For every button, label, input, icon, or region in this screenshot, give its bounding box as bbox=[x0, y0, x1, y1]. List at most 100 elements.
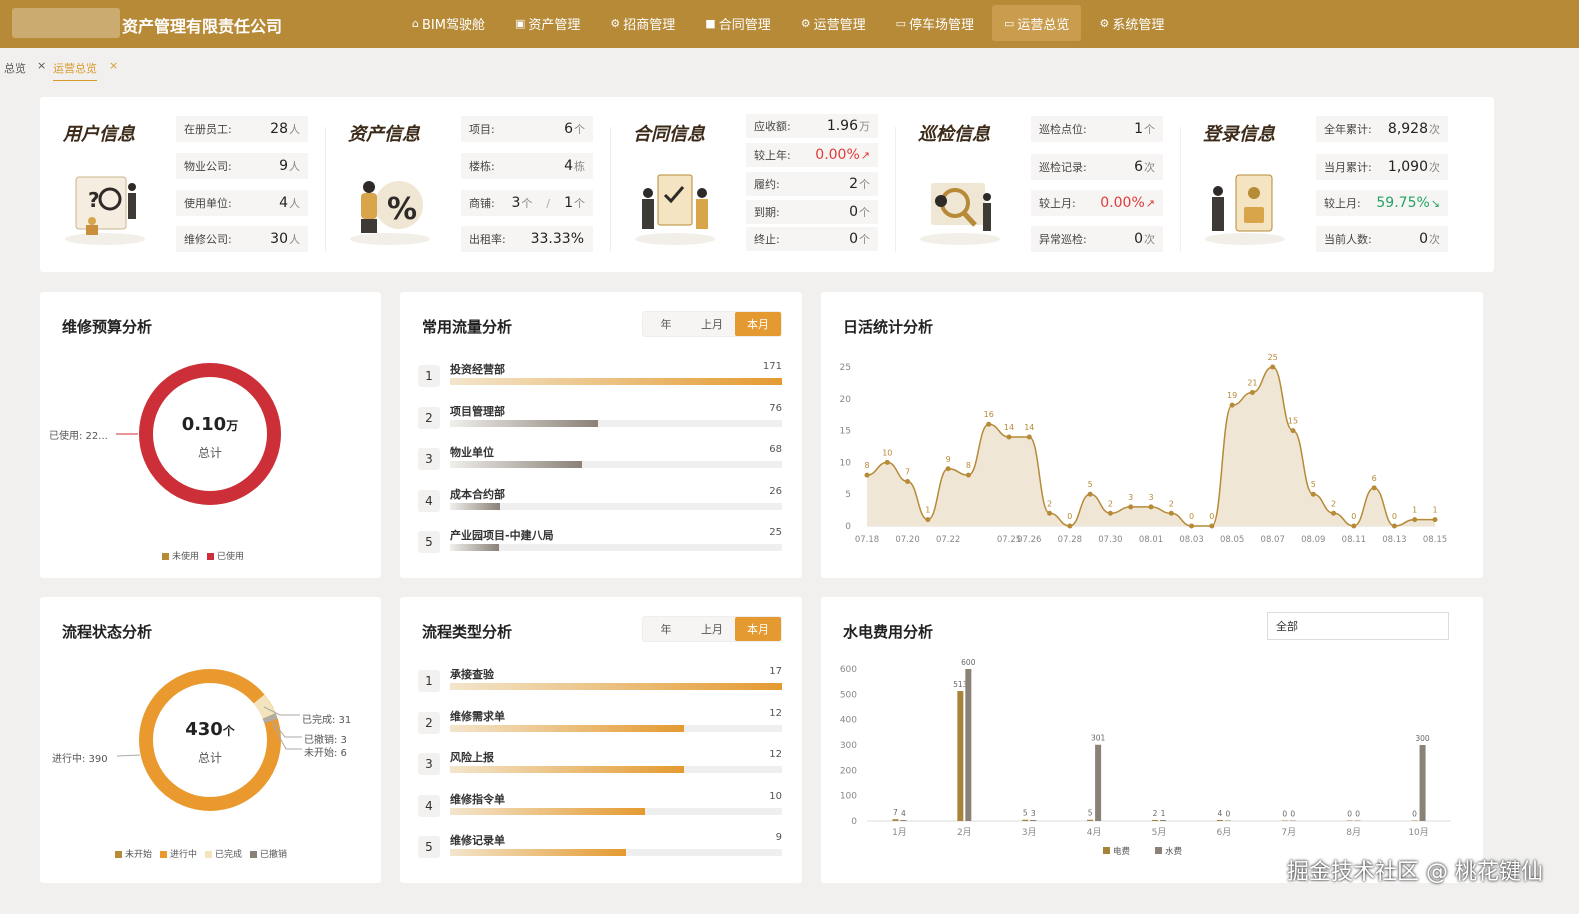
bar-electric bbox=[1216, 819, 1223, 821]
stat-row: 全年累计: 8,928 次 bbox=[1316, 116, 1448, 142]
nav-item-label: 运营总览 bbox=[1017, 17, 1070, 33]
close-icon[interactable]: × bbox=[109, 59, 118, 72]
data-label: 0 bbox=[1209, 512, 1214, 521]
x-tick-label: 07.28 bbox=[1058, 535, 1082, 545]
legend-item[interactable]: 已撤销 bbox=[250, 847, 287, 860]
legend-item[interactable]: 未开始 bbox=[115, 847, 152, 860]
data-point bbox=[1331, 510, 1337, 516]
main-nav: ⌂ BIM驾驶舱 ▣ 资产管理 ⚙ 招商管理 ■ 合同管理 ⚙ 运营管理 ▭ 停车场管理 ▭… bbox=[400, 5, 1182, 41]
login-info-section: 登录信息 全年累计: 8,928 次 当月累计: 1,090 次 较上月: 59.75% ↘… bbox=[1180, 97, 1494, 272]
rank-value: 25 bbox=[769, 527, 782, 538]
nav-item-parking[interactable]: ▭ 停车场管理 bbox=[884, 5, 986, 41]
period-toggle: 年 上月 本月 bbox=[642, 616, 782, 642]
rank-name: 项目管理部 bbox=[450, 404, 505, 418]
x-tick-label: 08.01 bbox=[1139, 535, 1163, 545]
car-icon: ▭ bbox=[895, 16, 906, 30]
data-label: 5 bbox=[1311, 480, 1316, 489]
x-tick-label: 08.15 bbox=[1423, 535, 1447, 545]
rank-bar-fill bbox=[450, 378, 782, 385]
filter-this-month[interactable]: 本月 bbox=[735, 617, 781, 641]
data-point bbox=[905, 478, 911, 484]
ranking-row: 2 项目管理部 76 bbox=[418, 402, 800, 442]
nav-item-overview[interactable]: ▭ 运营总览 bbox=[992, 5, 1082, 41]
rank-bar-track bbox=[450, 683, 782, 690]
data-point bbox=[1087, 491, 1093, 497]
filter-last-month[interactable]: 上月 bbox=[689, 617, 735, 641]
rank-bar-track bbox=[450, 544, 782, 551]
nav-item-asset[interactable]: ▣ 资产管理 bbox=[503, 5, 592, 41]
nav-item-label: BIM驾驶舱 bbox=[421, 17, 485, 33]
rank-bar-track bbox=[450, 807, 782, 815]
donut-total: 430个 bbox=[185, 719, 235, 740]
tab-operations-overview[interactable]: 运营总览 bbox=[53, 60, 97, 81]
stat-row: 当前人数: 0 次 bbox=[1316, 226, 1448, 252]
filter-this-month[interactable]: 本月 bbox=[735, 312, 781, 336]
nav-item-bim[interactable]: ⌂ BIM驾驶舱 bbox=[400, 5, 497, 41]
legend-item[interactable]: 进行中 bbox=[160, 847, 197, 860]
stat-row: 在册员工: 28 人 bbox=[176, 116, 308, 142]
nav-item-investment[interactable]: ⚙ 招商管理 bbox=[598, 5, 687, 41]
tab-overview[interactable]: 总览 bbox=[4, 60, 26, 76]
data-point bbox=[1107, 510, 1113, 516]
donut-subtitle: 总计 bbox=[197, 751, 222, 765]
data-point bbox=[925, 517, 931, 523]
bar-water bbox=[1160, 820, 1166, 821]
y-tick-label: 200 bbox=[840, 766, 857, 776]
gear-icon: ⚙ bbox=[800, 16, 811, 30]
data-label: 0 bbox=[1067, 512, 1072, 521]
contract-icon: ■ bbox=[705, 16, 716, 30]
bar-value-label: 300 bbox=[1415, 734, 1430, 743]
bar-water bbox=[1354, 820, 1361, 821]
nav-item-system[interactable]: ⚙ 系统管理 bbox=[1087, 5, 1176, 41]
data-point bbox=[1229, 402, 1235, 408]
data-point bbox=[864, 472, 870, 478]
nav-item-contract[interactable]: ■ 合同管理 bbox=[693, 5, 782, 41]
close-icon[interactable]: × bbox=[37, 59, 46, 72]
y-tick-label: 600 bbox=[840, 665, 857, 675]
legend-item[interactable]: 已使用 bbox=[207, 549, 244, 562]
ranking-row: 5 产业园项目-中建八局 25 bbox=[418, 526, 800, 566]
nav-item-label: 资产管理 bbox=[528, 17, 581, 33]
rank-value: 17 bbox=[769, 666, 782, 677]
filter-year[interactable]: 年 bbox=[643, 617, 689, 641]
y-tick-label: 400 bbox=[840, 716, 857, 726]
data-point bbox=[1047, 510, 1053, 516]
stat-row: 楼栋: 4 栋 bbox=[461, 153, 593, 179]
bar-water bbox=[1419, 745, 1426, 821]
rank-bar-fill bbox=[450, 461, 583, 468]
legend-item[interactable]: 未使用 bbox=[162, 549, 199, 562]
data-label: 0 bbox=[1392, 512, 1397, 521]
bar-electric bbox=[1087, 819, 1094, 821]
patrol-illustration-icon bbox=[920, 183, 1000, 245]
process-status-panel: 流程状态分析 进行中: 390 已完成: 31 已撤销: 3 未开始: 6 43… bbox=[40, 597, 381, 883]
stat-row: 较上年: 0.00% ↗ bbox=[746, 143, 878, 167]
x-tick-label: 08.11 bbox=[1342, 535, 1366, 545]
rank-name: 维修需求单 bbox=[450, 709, 505, 723]
bar-electric bbox=[1281, 820, 1288, 821]
bar-water bbox=[900, 819, 907, 821]
filter-last-month[interactable]: 上月 bbox=[689, 312, 735, 336]
section-title: 合同信息 bbox=[633, 124, 705, 145]
rank-number: 5 bbox=[418, 531, 440, 553]
y-tick-label: 20 bbox=[840, 395, 852, 405]
rank-number: 1 bbox=[418, 365, 440, 387]
data-point bbox=[1128, 504, 1134, 510]
filter-year[interactable]: 年 bbox=[643, 312, 689, 336]
rank-value: 76 bbox=[769, 402, 782, 414]
data-label: 6 bbox=[1372, 474, 1377, 483]
x-tick-label: 3月 bbox=[1022, 827, 1037, 838]
stat-row: 应收额: 1.96 万 bbox=[746, 114, 878, 138]
data-label: 7 bbox=[905, 467, 910, 476]
rank-number: 5 bbox=[418, 836, 440, 858]
nav-item-operations[interactable]: ⚙ 运营管理 bbox=[789, 5, 878, 41]
rank-name: 投资经营部 bbox=[450, 363, 505, 376]
y-tick-label: 100 bbox=[840, 792, 857, 802]
legend-item[interactable]: 已完成 bbox=[205, 847, 242, 860]
company-name: 资产管理有限责任公司 bbox=[122, 17, 283, 36]
panel-title: 流程类型分析 bbox=[422, 623, 513, 641]
x-tick-label: 07.18 bbox=[855, 535, 879, 545]
contract-info-section: 合同信息 应收额: 1.96 万 较上年: 0.00% ↗ 履约: 2 个 到期: 0 个 终止… bbox=[610, 97, 895, 272]
panel-title: 常用流量分析 bbox=[422, 318, 513, 336]
data-point bbox=[1026, 434, 1032, 440]
y-tick-label: 25 bbox=[840, 363, 851, 373]
